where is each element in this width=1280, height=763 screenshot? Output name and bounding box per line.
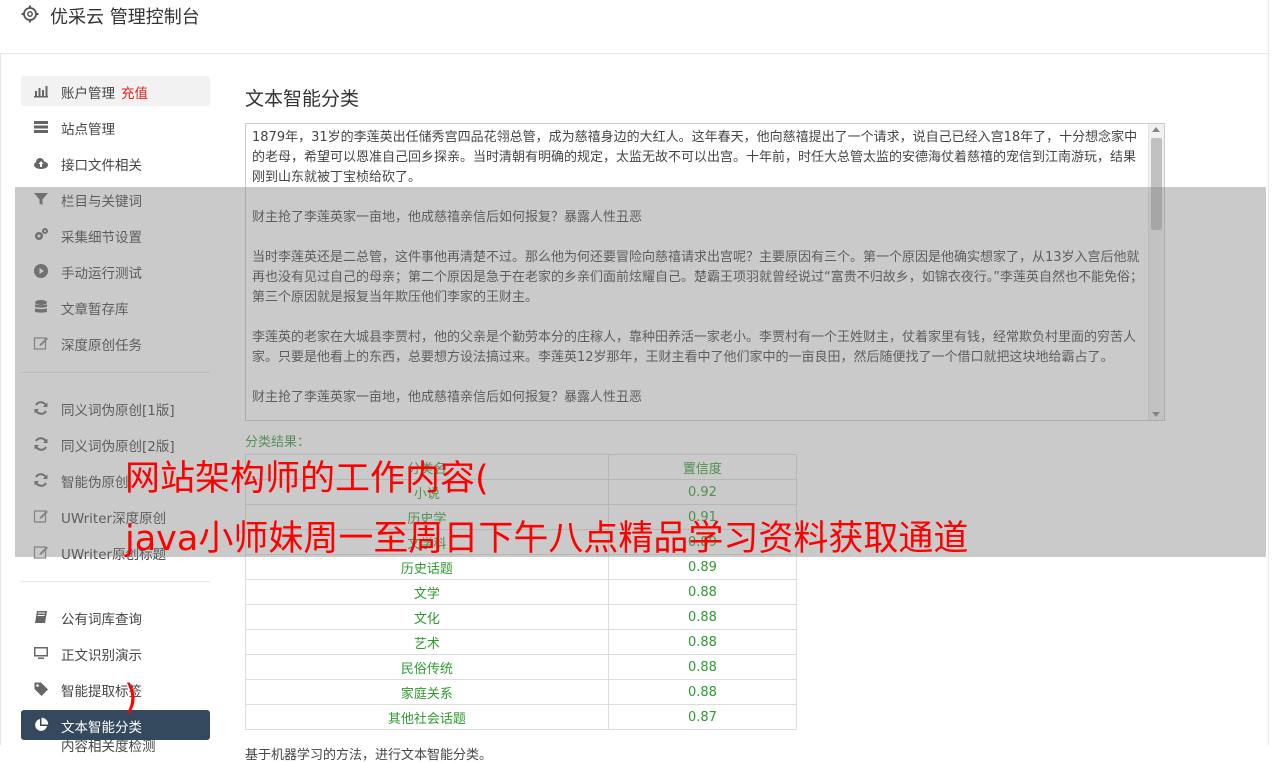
sidebar-item-label: 文本智能分类 [61,720,142,736]
sidebar-item-label: 账户管理 [61,86,115,102]
content-right-border [1268,53,1269,745]
sidebar-item-extract-tags[interactable]: 智能提取标签 [21,674,210,704]
table-row: 文学 0.88 [245,579,798,605]
left-border [0,0,1,745]
table-row: 民俗传统 0.88 [245,654,798,680]
confidence-cell: 0.88 [607,629,798,655]
category-cell: 其他社会话题 [245,704,609,730]
sidebar-item-body-recognition[interactable]: 正文识别演示 [21,638,210,668]
sidebar-item-interface-files[interactable]: 接口文件相关 [21,148,210,178]
sidebar-item-sites[interactable]: 站点管理 [21,112,210,142]
page-title: 文本智能分类 [245,88,360,110]
confidence-cell: 0.88 [607,654,798,680]
category-cell: 家庭关系 [245,679,609,705]
sidebar-item-label: 内容相关度检测 [61,739,156,755]
article-paragraph: 1879年，31岁的李莲英出任储秀宫四品花翎总管，成为慈禧身边的大红人。这年春天… [252,130,1138,185]
category-cell: 民俗传统 [245,654,609,680]
sidebar-divider [21,581,210,582]
table-row: 文化 0.88 [245,604,798,630]
cloud-upload-icon [34,158,48,169]
bar-chart-icon [34,86,48,98]
sidebar-item-label: 正文识别演示 [61,648,142,664]
table-row: 其他社会话题 0.87 [245,704,798,730]
category-cell: 艺术 [245,629,609,655]
confidence-cell: 0.88 [607,579,798,605]
monitor-icon [34,647,48,659]
confidence-cell: 0.88 [607,679,798,705]
gear-icon [21,5,39,23]
watermark-overlay-band [15,187,1266,557]
confidence-cell: 0.88 [607,604,798,630]
sidebar-item-label: 接口文件相关 [61,158,142,174]
recharge-link[interactable]: 充值 [121,86,148,102]
scroll-up-arrow-icon[interactable] [1152,127,1160,132]
sidebar-item-label: 站点管理 [61,122,115,138]
overlay-closing-paren: ) [124,678,138,718]
top-header: 优采云 管理控制台 [0,0,1269,54]
sidebar-item-account[interactable]: 账户管理 充值 [21,76,210,106]
category-cell: 文学 [245,579,609,605]
tag-icon [34,682,48,696]
pie-chart-icon [35,717,49,731]
confidence-cell: 0.87 [607,704,798,730]
table-row: 艺术 0.88 [245,629,798,655]
server-icon [34,121,48,133]
table-row: 家庭关系 0.88 [245,679,798,705]
sidebar-item-public-lexicon[interactable]: 公有词库查询 [21,602,210,632]
overlay-subheadline: java小师妹周一至周日下午八点精品学习资料获取通道 [125,519,969,559]
app-title: 优采云 管理控制台 [50,7,200,28]
book-icon [35,611,47,623]
category-cell: 文化 [245,604,609,630]
overlay-headline: 网站架构师的工作内容( [125,459,489,499]
method-note: 基于机器学习的方法，进行文本智能分类。 [245,748,493,763]
sidebar-item-label: 公有词库查询 [61,612,142,628]
